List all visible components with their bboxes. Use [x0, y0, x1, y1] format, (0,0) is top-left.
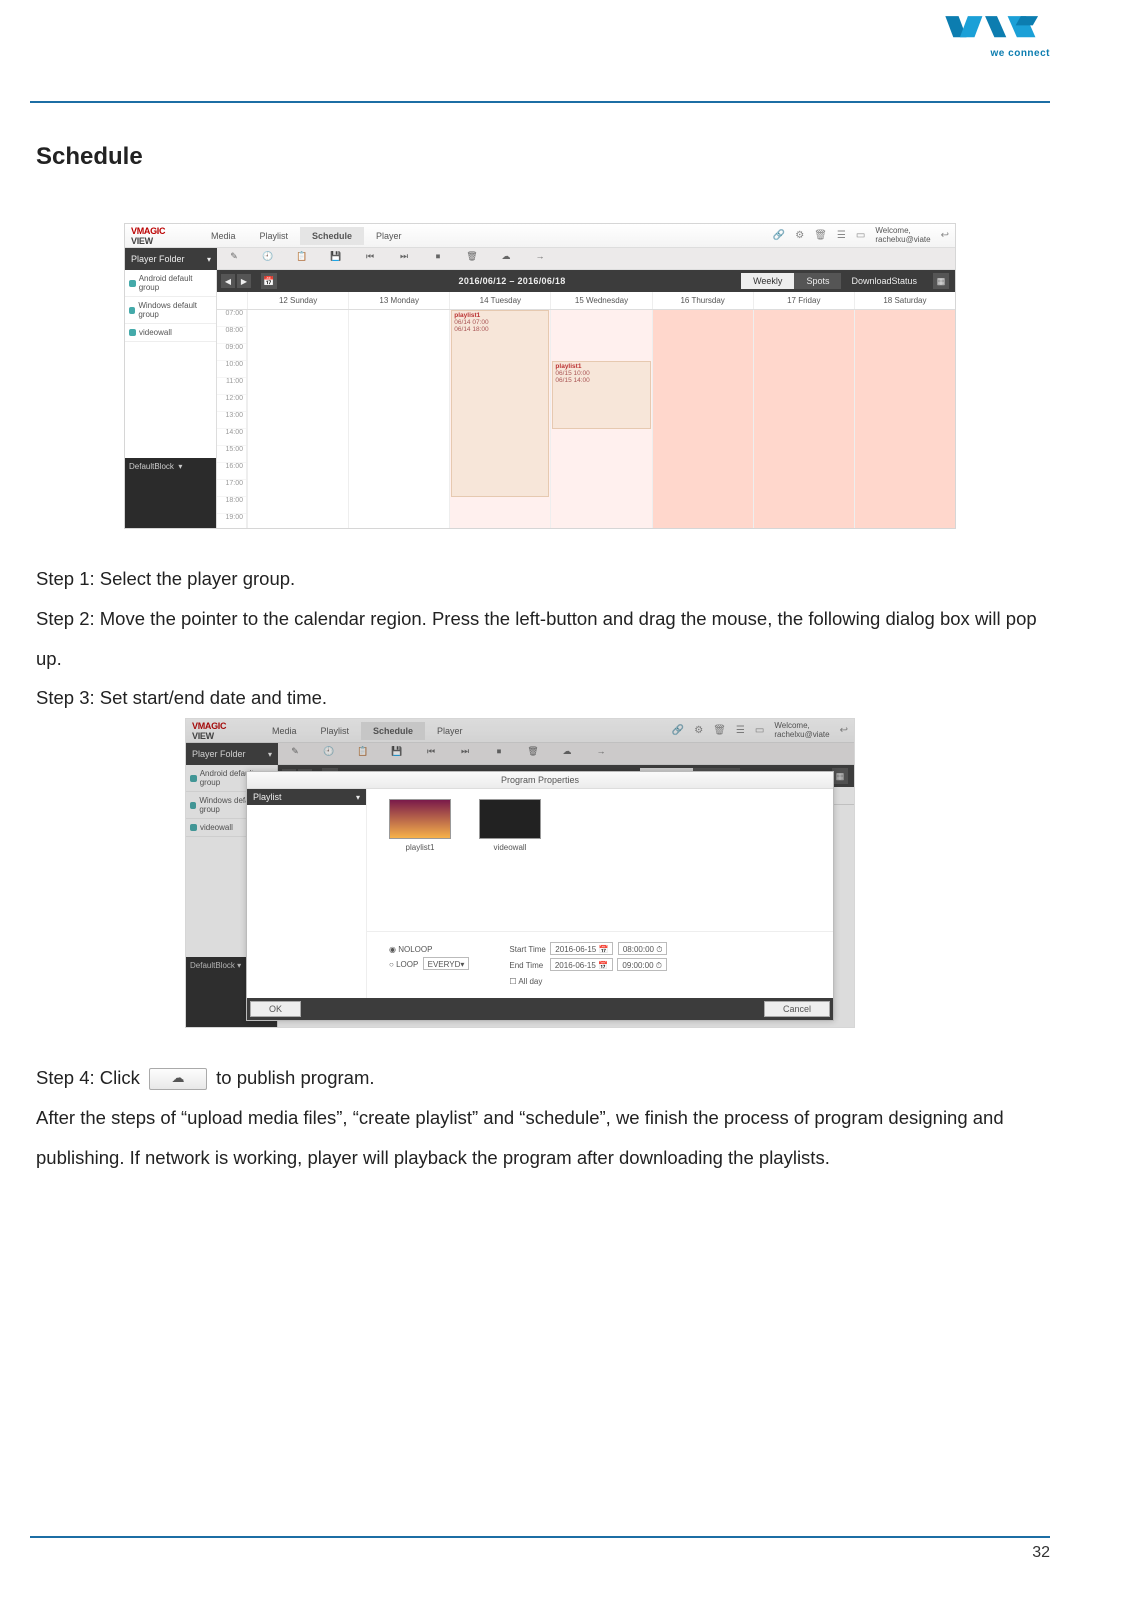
view-spots[interactable]: Spots: [794, 273, 841, 289]
end-time-input[interactable]: 09:00:00 ⏱: [617, 958, 667, 971]
tab-player[interactable]: Player: [364, 227, 414, 245]
header-rule: [30, 101, 1050, 103]
start-date-input[interactable]: 2016-06-15 📅: [550, 942, 613, 955]
screenshot-schedule: VMAGICVIEW Media Playlist Schedule Playe…: [124, 223, 956, 529]
link-icon[interactable]: 🔗: [773, 230, 785, 241]
tab-media[interactable]: Media: [199, 227, 248, 245]
cancel-button[interactable]: Cancel: [764, 1001, 830, 1017]
window-icon[interactable]: ▭: [856, 230, 865, 241]
tab-playlist[interactable]: Playlist: [248, 227, 301, 245]
download-status[interactable]: DownloadStatus: [841, 273, 927, 289]
delete-icon[interactable]: 🗑: [460, 251, 484, 267]
logout-icon[interactable]: ↩: [941, 230, 949, 241]
next-week-icon[interactable]: ▶: [237, 274, 251, 288]
tab-schedule[interactable]: Schedule: [300, 227, 364, 245]
date-range: 2016/06/12 – 2016/06/18: [283, 276, 741, 286]
closing-paragraph: After the steps of “upload media files”,…: [36, 1098, 1050, 1178]
sidebar-item-videowall[interactable]: videowall: [125, 324, 216, 342]
logo-tagline: we connect: [944, 48, 1050, 59]
step-2: Step 2: Move the pointer to the calendar…: [36, 599, 1050, 679]
welcome-text: Welcome, rachelxu@viate: [875, 227, 930, 244]
calendar-header: 12 Sunday 13 Monday 14 Tuesday 15 Wednes…: [217, 292, 955, 310]
calendar-grid[interactable]: playlist1 06/14 07:00 06/14 18:00 playli…: [247, 310, 955, 528]
program-properties-dialog: Program Properties Playlist▾ playlist1: [246, 771, 834, 1021]
sidebar-title[interactable]: Player Folder▾: [125, 248, 217, 270]
step-3: Step 3: Set start/end date and time.: [36, 678, 1050, 718]
screenshot-program-properties: VMAGICVIEW Media Playlist Schedule Playe…: [185, 718, 855, 1028]
checkbox-allday[interactable]: ☐ All day: [509, 974, 667, 990]
player-folder-sidebar: Android default group Windows default gr…: [125, 270, 217, 528]
via-logo-icon: [944, 10, 1050, 46]
stop-icon[interactable]: ⏹: [426, 251, 450, 267]
grid-icon[interactable]: ▦: [933, 273, 949, 289]
arrow-icon[interactable]: →: [528, 251, 552, 267]
start-time-input[interactable]: 08:00:00 ⏱: [618, 942, 668, 955]
radio-noloop[interactable]: ◉ NOLOOP: [389, 942, 469, 957]
gear-icon[interactable]: ⚙: [795, 230, 804, 241]
app-logo: VMAGICVIEW: [131, 226, 199, 246]
bars-icon[interactable]: ☰: [837, 230, 846, 241]
prev-week-icon[interactable]: ◀: [221, 274, 235, 288]
loop-select[interactable]: EVERYD▾: [423, 957, 470, 970]
save-icon[interactable]: 💾: [324, 251, 348, 267]
radio-loop[interactable]: ○ LOOP EVERYD▾: [389, 957, 469, 972]
end-date-input[interactable]: 2016-06-15 📅: [550, 958, 613, 971]
ok-button[interactable]: OK: [250, 1001, 301, 1017]
view-weekly[interactable]: Weekly: [741, 273, 794, 289]
page-footer: 32: [30, 1536, 1050, 1562]
time-column: 07:0008:00 09:0010:00 11:0012:00 13:0014…: [217, 310, 247, 528]
section-title: Schedule: [36, 143, 1050, 171]
publish-icon[interactable]: ☁: [494, 251, 518, 267]
via-logo-header: we connect: [30, 10, 1050, 61]
dialog-title: Program Properties: [247, 772, 833, 789]
clock-icon[interactable]: 🕘: [256, 251, 280, 267]
copy-icon[interactable]: 📋: [290, 251, 314, 267]
step-1: Step 1: Select the player group.: [36, 559, 1050, 599]
edit-icon[interactable]: ✎: [222, 251, 246, 267]
trash-icon[interactable]: 🗑: [814, 230, 827, 241]
thumb-videowall[interactable]: videowall: [479, 799, 541, 852]
publish-button-inline: ☁: [149, 1068, 207, 1090]
playlist-dropdown[interactable]: Playlist▾: [247, 789, 366, 805]
page-number: 32: [1032, 1544, 1050, 1561]
step-4: Step 4: Click ☁ to publish program.: [36, 1058, 1050, 1098]
skip-back-icon[interactable]: ⏮: [358, 251, 382, 267]
top-tabs: Media Playlist Schedule Player: [199, 227, 414, 245]
sidebar-item-android[interactable]: Android default group: [125, 270, 216, 297]
skip-fwd-icon[interactable]: ⏭: [392, 251, 416, 267]
sidebar-item-windows[interactable]: Windows default group: [125, 297, 216, 324]
default-block[interactable]: DefaultBlock ▾: [125, 458, 216, 528]
calendar-icon[interactable]: 📅: [261, 273, 277, 289]
thumb-playlist1[interactable]: playlist1: [389, 799, 451, 852]
